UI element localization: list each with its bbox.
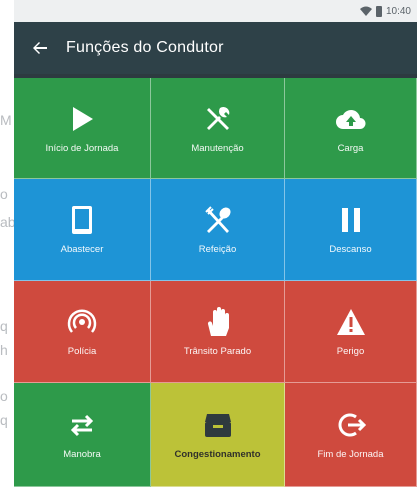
hand-icon — [202, 306, 234, 338]
phone-screen: 10:40 Funções do Condutor Início de Jorn… — [14, 0, 417, 487]
status-time: 10:40 — [385, 5, 411, 17]
tile-policia[interactable]: Polícia — [14, 281, 151, 383]
battery-icon — [375, 5, 382, 17]
tile-label: Descanso — [329, 244, 372, 255]
wifi-icon — [359, 6, 372, 16]
background-text: o — [0, 186, 8, 202]
tablet-icon — [66, 204, 98, 236]
app-toolbar: Funções do Condutor — [14, 22, 417, 74]
background-text: q — [0, 318, 8, 334]
tile-manobra[interactable]: Manobra — [14, 383, 151, 487]
tile-label: Trânsito Parado — [183, 346, 252, 357]
warning-icon — [335, 306, 367, 338]
background-text: q — [0, 412, 8, 428]
tile-descanso[interactable]: Descanso — [285, 179, 417, 281]
tile-manutencao[interactable]: Manutenção — [151, 78, 285, 179]
tile-label: Início de Jornada — [45, 142, 119, 154]
background-text: h — [0, 342, 8, 358]
tile-label: Congestionamento — [174, 449, 261, 460]
background-text: o — [0, 388, 8, 404]
tile-label: Carga — [337, 142, 364, 154]
tile-label: Polícia — [67, 346, 97, 357]
tile-transito-parado[interactable]: Trânsito Parado — [151, 281, 285, 383]
pause-icon — [335, 204, 367, 236]
inbox-icon — [202, 409, 234, 441]
tile-label: Manobra — [63, 449, 101, 460]
cloud-upload-icon — [335, 103, 367, 135]
tile-label: Manutenção — [191, 142, 244, 154]
background-text: M — [0, 112, 12, 128]
tools-icon — [202, 103, 234, 135]
tile-perigo[interactable]: Perigo — [285, 281, 417, 383]
tile-congestionamento[interactable]: Congestionamento — [151, 383, 285, 487]
tile-carga[interactable]: Carga — [285, 78, 417, 179]
tile-abastecer[interactable]: Abastecer — [14, 179, 151, 281]
tile-refeicao[interactable]: Refeição — [151, 179, 285, 281]
arrow-left-icon — [33, 42, 47, 54]
broadcast-icon — [66, 306, 98, 338]
tile-label: Fim de Jornada — [317, 449, 384, 460]
tile-fim-jornada[interactable]: Fim de Jornada — [285, 383, 417, 487]
tile-label: Perigo — [336, 346, 365, 357]
tile-inicio-jornada[interactable]: Início de Jornada — [14, 78, 151, 179]
tile-label: Refeição — [198, 244, 237, 255]
functions-grid: Início de Jornada Manutenção Carga Abast… — [14, 78, 417, 487]
back-button[interactable] — [14, 22, 66, 74]
tile-label: Abastecer — [60, 244, 104, 255]
play-icon — [66, 103, 98, 135]
swap-icon — [66, 409, 98, 441]
page-title: Funções do Condutor — [66, 39, 224, 56]
exit-icon — [335, 409, 367, 441]
fork-spoon-icon — [202, 204, 234, 236]
status-bar: 10:40 — [14, 0, 417, 22]
